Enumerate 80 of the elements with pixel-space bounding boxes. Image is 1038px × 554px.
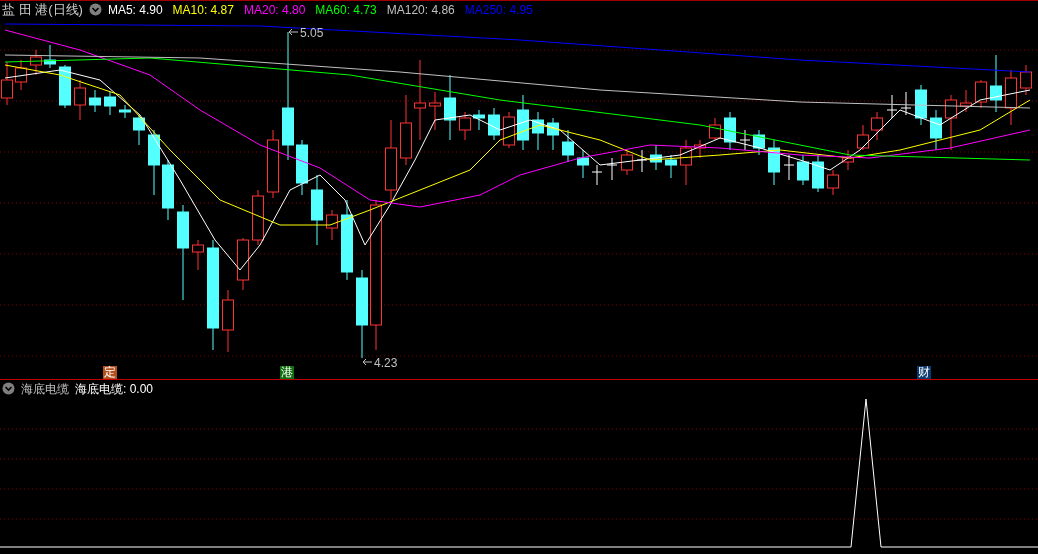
candlestick — [621, 149, 633, 176]
candlestick — [1, 61, 13, 106]
candlestick — [517, 94, 529, 151]
candlestick — [30, 49, 42, 76]
price-label: 4.23 — [374, 356, 398, 370]
candlestick — [650, 144, 662, 171]
candlestick — [960, 89, 972, 113]
candlestick — [709, 117, 721, 141]
candlestick — [459, 111, 471, 141]
candlestick — [133, 114, 145, 146]
indicator-value: MA120: 4.86 — [386, 1, 455, 19]
candlestick — [148, 129, 160, 196]
event-marker[interactable]: 定 — [103, 366, 117, 379]
candlestick — [104, 91, 116, 116]
candlestick — [739, 129, 751, 151]
candlestick — [886, 94, 898, 119]
candlestick — [311, 174, 323, 246]
candlestick — [473, 109, 485, 131]
leader-arrow-icon — [288, 28, 299, 36]
candlestick — [636, 149, 648, 173]
leader-arrow-icon — [362, 358, 373, 366]
indicator-value: MA5: 4.90 — [107, 1, 163, 19]
candlestick — [724, 111, 736, 151]
candlestick — [119, 104, 131, 119]
candlestick — [606, 157, 618, 181]
candlestick — [296, 139, 308, 196]
candlestick — [222, 289, 234, 353]
candlestick — [547, 117, 559, 151]
candlestick — [680, 139, 692, 186]
candlestick — [990, 54, 1002, 113]
candlestick — [871, 111, 883, 141]
candlestick — [532, 111, 544, 151]
event-marker[interactable]: 港 — [280, 366, 294, 379]
indicator-value: MA20: 4.80 — [243, 1, 306, 19]
candlestick — [267, 129, 279, 199]
candlestick — [400, 94, 412, 166]
candlestick — [192, 239, 204, 271]
candlestick — [812, 154, 824, 193]
candlestick — [797, 154, 809, 186]
candlestick — [162, 159, 174, 221]
candlestick — [326, 209, 338, 241]
candlestick — [857, 124, 869, 151]
price-label: 5.05 — [300, 26, 324, 40]
indicator-value: MA250: 4.95 — [464, 1, 533, 19]
candlestick — [488, 107, 500, 141]
candlestick — [915, 84, 927, 126]
candlestick — [59, 64, 71, 109]
candlestick — [15, 59, 27, 91]
candlestick — [237, 237, 249, 291]
candlestick — [945, 94, 957, 151]
indicator-value: MA60: 4.73 — [315, 1, 377, 19]
chart-title: 盐 田 港(日线) — [2, 0, 83, 19]
event-marker[interactable]: 财 — [917, 366, 931, 379]
candlestick — [665, 154, 677, 179]
collapse-icon[interactable] — [88, 3, 102, 16]
candlestick — [694, 139, 706, 159]
candlestick — [930, 109, 942, 151]
candlestick — [900, 91, 912, 116]
candlestick — [753, 129, 765, 156]
candlestick — [503, 111, 515, 149]
indicator-value: MA10: 4.87 — [172, 1, 234, 19]
collapse-icon[interactable] — [2, 382, 15, 395]
candlestick — [444, 74, 456, 141]
candlestick — [975, 79, 987, 109]
indicator-value: 海底电缆: 0.00 — [75, 380, 154, 398]
candlestick — [577, 149, 589, 179]
candlestick — [44, 44, 56, 69]
candlestick — [842, 149, 854, 171]
candlestick — [591, 164, 603, 186]
candlestick — [562, 129, 574, 163]
candlestick — [429, 91, 441, 131]
candlestick — [768, 139, 780, 186]
candlestick — [252, 189, 264, 246]
indicator-name: 海底电缆 — [21, 380, 69, 398]
candlestick — [1005, 69, 1017, 126]
candlestick — [1020, 64, 1032, 96]
candlestick — [827, 169, 839, 196]
candlestick — [783, 154, 795, 181]
candlestick — [74, 79, 86, 121]
candlestick — [89, 89, 101, 113]
